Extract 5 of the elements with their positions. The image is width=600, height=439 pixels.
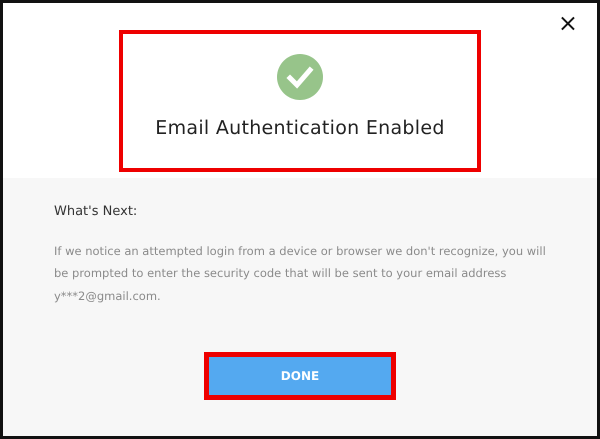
close-button[interactable]: ×: [556, 11, 580, 35]
message-text: If we notice an attempted login from a device or browser we don't recognize, you will be prompted to enter the security code that will be sent to your email address y***2@gmail.com.: [54, 242, 546, 304]
section-heading: What's Next:: [54, 203, 138, 221]
dialog-title: Email Authentication Enabled: [155, 116, 445, 141]
checkmark-icon: [277, 54, 323, 100]
